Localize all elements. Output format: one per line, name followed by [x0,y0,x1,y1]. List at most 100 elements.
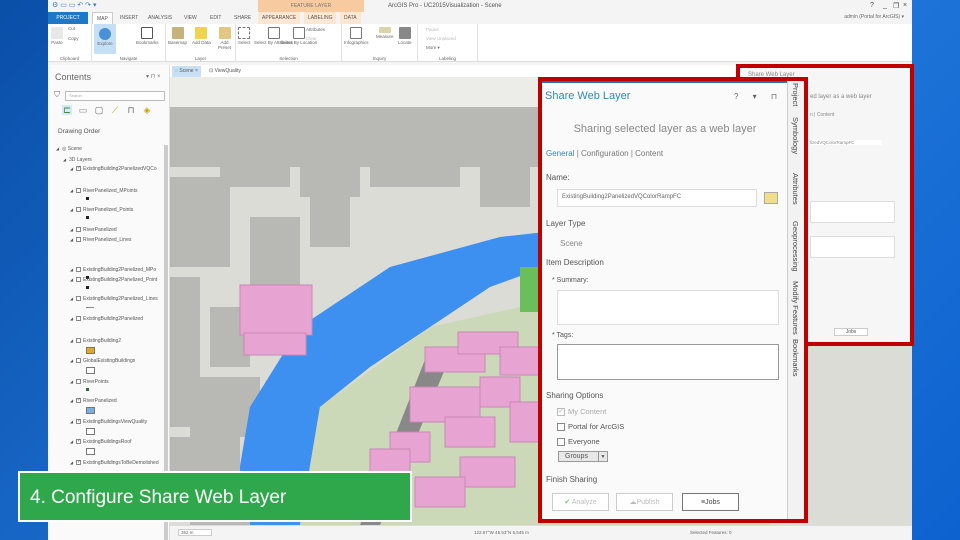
layer-item[interactable]: ◢ ExistingBuilding2Panelized_Point [70,276,157,284]
tab-labeling[interactable]: LABELING [304,12,337,24]
layer-item[interactable]: ◢ RiverPoints [70,378,109,386]
user-account[interactable]: admin (Portal for ArcGIS) ▾ [844,14,904,20]
clear-button[interactable]: Clear [306,36,317,41]
layer-item[interactable]: ◢ 3D Layers [63,156,92,164]
bookmarks-button[interactable]: Bookmarks [136,27,159,45]
drawing-order-icon[interactable]: ⊏ [62,105,72,115]
layer-checkbox[interactable] [76,227,81,233]
layer-item[interactable]: ◢ ◎ Scene [56,145,82,153]
layer-item[interactable]: ◢ GlobalExistingBuildings [70,357,135,365]
snapping-icon[interactable]: ⊓ [126,105,136,115]
editing-icon[interactable]: ⟋ [110,105,120,115]
layer-item[interactable]: ◢ ExistingBuilding2 [70,337,121,345]
layer-item[interactable]: ◢ ExistingBuilding2Panelized_MPo [70,266,156,274]
layer-checkbox[interactable]: ✓ [76,460,81,466]
tab-attributes[interactable]: Attributes [791,173,800,205]
copy-button[interactable]: Copy [68,36,79,41]
layer-checkbox[interactable] [76,358,81,364]
layer-item[interactable]: ◢ ExistingBuilding2Panelized_Lines [70,295,158,303]
help-button[interactable]: ? [870,2,874,9]
layer-item[interactable]: ◢ RiverPanelized_Lines [70,236,131,244]
tab-analysis[interactable]: ANALYSIS [144,12,176,24]
close-button[interactable]: × [903,2,907,9]
layer-checkbox[interactable] [76,379,81,385]
tab-symbology[interactable]: Symbology [791,117,800,154]
tab-scene[interactable]: ◌ Scene × [172,66,201,77]
tab-content[interactable]: Content [635,149,663,158]
publish-button[interactable]: ☁Publish [616,493,673,511]
layer-checkbox[interactable]: ✓ [76,166,81,172]
layer-checkbox[interactable] [76,338,81,344]
explore-button[interactable]: Explore [94,24,116,54]
basemap-button[interactable]: Basemap [168,27,187,45]
layer-checkbox[interactable] [76,207,81,213]
layer-checkbox[interactable]: ✓ [76,439,81,445]
attributes-button[interactable]: Attributes [306,27,325,32]
tab-data[interactable]: DATA [340,12,361,24]
name-input[interactable]: ExistingBuilding2PanelizedVQColorRampFC [557,189,757,207]
tab-project-pane[interactable]: Project [791,83,800,106]
layer-item[interactable]: ◢ ✓ ExistingBuildingsToBeDemolished [70,459,159,467]
tab-bookmarks[interactable]: Bookmarks [791,339,800,377]
paste-button[interactable]: Paste [51,27,63,45]
quick-access-toolbar[interactable]: ⚙ ▭ ▭ ↶ ↷ ▾ [52,1,96,9]
everyone-checkbox[interactable]: Everyone [557,437,600,447]
scale-selector[interactable]: 352 m [178,529,212,536]
layer-item[interactable]: ◢ ✓ ExistingBuilding2PanelizedVQCo [70,165,157,173]
layer-checkbox[interactable]: ✓ [76,398,81,404]
filter-icon[interactable]: ⛉ [54,90,60,100]
selection-icon[interactable]: ▢ [94,105,104,115]
layer-checkbox[interactable] [76,277,81,283]
tab-geoprocessing[interactable]: Geoprocessing [791,221,800,271]
tab-appearance[interactable]: APPEARANCE [258,12,301,24]
measure-button[interactable]: Measure [376,27,394,39]
layer-item[interactable]: ◢ RiverPanelized_Points [70,206,133,214]
layer-item[interactable]: ◢ ExistingBuilding2Panelized [70,315,143,323]
layer-checkbox[interactable] [76,316,81,322]
tab-viewquality[interactable]: ⊡ ViewQuality [206,66,244,77]
layer-checkbox[interactable]: ✓ [76,419,81,425]
add-preset-button[interactable]: Add Preset [214,27,235,50]
layer-item[interactable]: ◢ ✓ ExistingBuildingsRoof [70,438,131,446]
data-source-icon[interactable]: ▭ [78,105,88,115]
more-button[interactable]: More ▾ [426,45,440,51]
select-button[interactable]: Select [238,27,251,45]
layer-checkbox[interactable] [76,237,81,243]
selected-features-count[interactable]: Selected Features: 0 [690,530,732,535]
layer-checkbox[interactable] [76,267,81,273]
folder-icon[interactable] [764,192,778,204]
tab-edit[interactable]: EDIT [206,12,225,24]
minimize-button[interactable]: _ [883,2,887,9]
view-unplaced-button[interactable]: View Unplaced [426,36,456,41]
tab-view[interactable]: VIEW [180,12,201,24]
layer-item[interactable]: ◢ RiverPanelized_MPoints [70,187,137,195]
add-data-button[interactable]: Add Data [192,27,211,45]
jobs-button[interactable]: ≡Jobs [682,493,739,511]
summary-input[interactable] [557,290,779,325]
analyze-button[interactable]: ✔ Analyze [552,493,609,511]
tab-configuration[interactable]: Configuration [581,149,629,158]
groups-dropdown[interactable]: Groups ▼ [558,451,608,462]
cut-button[interactable]: Cut [68,26,75,31]
pane-controls[interactable]: ▾ ⊓ × [146,73,161,80]
layer-checkbox[interactable] [76,188,81,194]
locate-button[interactable]: Locate [398,27,412,45]
layer-item[interactable]: ◢ ✓ RiverPanelized [70,397,117,405]
contents-search-input[interactable]: Search [65,91,165,101]
tab-map[interactable]: MAP [92,12,113,24]
tab-general[interactable]: General [546,149,574,158]
infographics-button[interactable]: Infographics [344,27,369,45]
layer-checkbox[interactable] [76,296,81,302]
layer-item[interactable]: ◢ ✓ ExistingBuildingsViewQuality [70,418,147,426]
tags-input[interactable] [557,344,779,380]
tab-insert[interactable]: INSERT [116,12,142,24]
tab-modify-features[interactable]: Modify Features [791,281,800,335]
my-content-checkbox[interactable]: ✓ My Content [557,407,606,417]
layer-item[interactable]: ◢ RiverPanelized [70,226,117,234]
tab-share[interactable]: SHARE [230,12,255,24]
pause-button[interactable]: Pause [426,27,439,32]
tab-project[interactable]: PROJECT [48,12,88,24]
bg-jobs-button[interactable]: Jobs [834,328,868,336]
labeling-icon[interactable]: ◈ [142,105,152,115]
portal-checkbox[interactable]: Portal for ArcGIS [557,422,624,432]
